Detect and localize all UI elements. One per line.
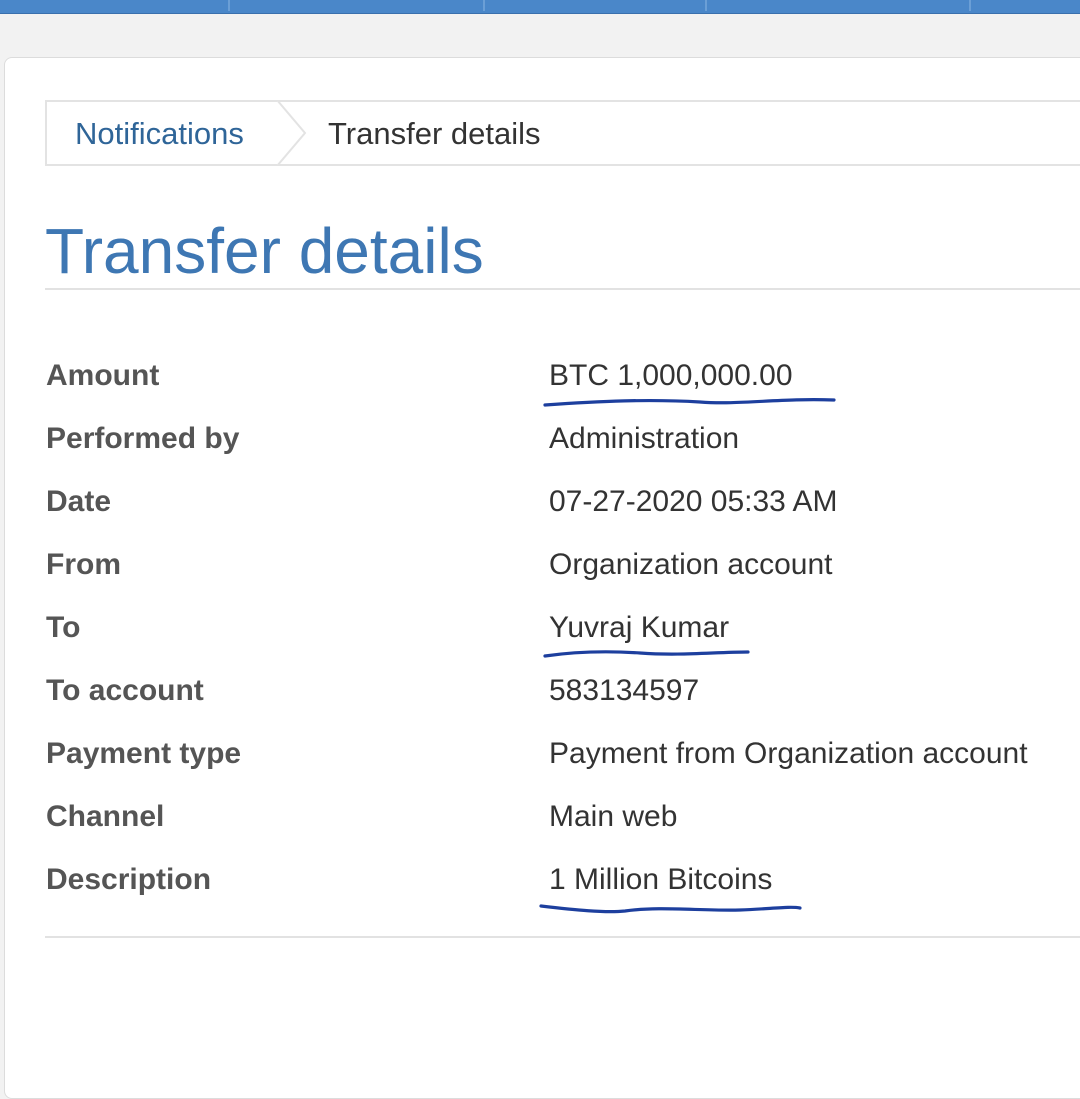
detail-label: Amount [46,359,160,392]
breadcrumb: Notifications Transfer details [45,100,1080,166]
detail-value: 1 Million Bitcoins [549,863,773,896]
detail-row-channel: Channel Main web [0,799,1080,862]
breadcrumb-current: Transfer details [328,116,541,151]
detail-value: Yuvraj Kumar [549,611,730,644]
detail-row-amount: Amount BTC 1,000,000.00 [0,358,1080,421]
nav-separator [228,0,230,11]
page-title: Transfer details [45,215,484,287]
nav-separator [969,0,971,11]
detail-value: 07-27-2020 05:33 AM [549,485,838,518]
detail-row-from: From Organization account [0,547,1080,610]
detail-row-to: To Yuvraj Kumar [0,610,1080,673]
detail-row-payment-type: Payment type Payment from Organization a… [0,736,1080,799]
detail-label: From [46,548,121,581]
detail-label: Payment type [46,737,242,770]
detail-value: 583134597 [549,674,700,707]
detail-row-date: Date 07-27-2020 05:33 AM [0,484,1080,547]
nav-separator [705,0,707,11]
detail-row-performed-by: Performed by Administration [0,421,1080,484]
title-divider [45,288,1080,290]
top-navigation-bar[interactable] [0,0,1080,14]
detail-value: Administration [549,422,740,455]
breadcrumb-link-notifications[interactable]: Notifications [75,116,244,152]
detail-label: Date [46,485,112,518]
detail-value: BTC 1,000,000.00 [549,359,793,392]
bottom-divider [45,936,1080,938]
detail-label: Performed by [46,422,240,455]
detail-value: Organization account [549,548,833,581]
nav-separator [483,0,485,11]
detail-label: To [46,611,81,644]
breadcrumb-chevron-icon [276,100,307,166]
detail-row-to-account: To account 583134597 [0,673,1080,736]
detail-row-description: Description 1 Million Bitcoins [0,862,1080,925]
detail-value: Main web [549,800,678,833]
detail-label: Channel [46,800,165,833]
detail-value: Payment from Organization account [549,737,1028,770]
detail-label: Description [46,863,212,896]
detail-label: To account [46,674,204,707]
